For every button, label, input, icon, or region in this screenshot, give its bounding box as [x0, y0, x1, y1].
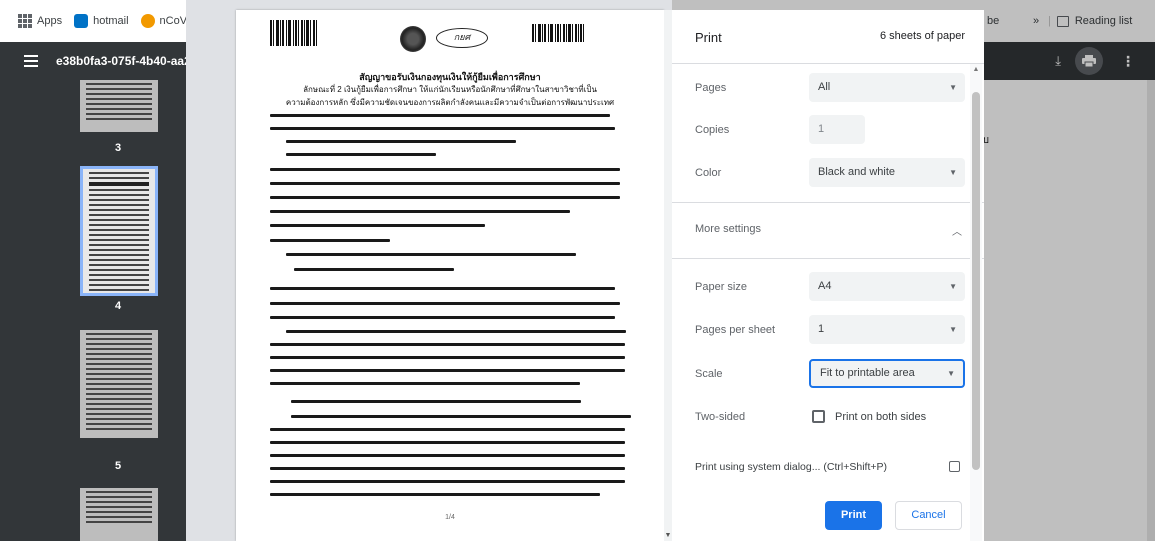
- chevron-down-icon: ▼: [949, 282, 957, 291]
- ncov-icon: [140, 14, 155, 28]
- color-select[interactable]: Black and white ▼: [809, 158, 965, 187]
- two-sided-label: Two-sided: [695, 411, 746, 423]
- document-title-3: ความต้องการหลัก ซึ่งมีความชัดเจนของการผล…: [285, 98, 615, 107]
- doc-body-line: [291, 415, 631, 418]
- thumbnail-sidebar: 3 4 5: [0, 80, 186, 541]
- color-select-value: Black and white: [818, 166, 896, 178]
- pages-per-sheet-select-value: 1: [818, 323, 825, 335]
- doc-body-line: [270, 480, 625, 483]
- panel-scrollbar-thumb[interactable]: [972, 92, 980, 470]
- doc-body-line: [270, 493, 600, 496]
- paper-size-select[interactable]: A4 ▼: [809, 272, 965, 301]
- print-title: Print: [695, 30, 722, 45]
- doc-body-line: [270, 224, 485, 227]
- preview-page: กยศ สัญญาขอรับเงินกองทุนเงินให้กู้ยืมเพื…: [236, 10, 664, 541]
- doc-body-line: [270, 196, 620, 199]
- chevron-up-icon: ︿: [952, 227, 962, 238]
- page-number-footer: 1/4: [445, 514, 455, 521]
- chevron-down-icon: ▼: [949, 83, 957, 92]
- doc-body-line: [270, 382, 580, 385]
- doc-body-line: [294, 268, 454, 271]
- paper-size-select-value: A4: [818, 280, 832, 292]
- doc-body-line: [291, 400, 581, 403]
- section-divider: [672, 202, 984, 203]
- doc-body-line: [286, 140, 516, 143]
- paper-size-label: Paper size: [695, 281, 747, 293]
- pages-label: Pages: [695, 82, 727, 94]
- open-external-icon[interactable]: [949, 461, 960, 472]
- fund-logo: กยศ: [436, 28, 488, 48]
- doc-body-line: [270, 114, 610, 117]
- doc-body-line: [270, 369, 625, 372]
- document-title-2: ลักษณะที่ 2 เงินกู้ยืมเพื่อการศึกษา ให้แ…: [303, 85, 597, 94]
- government-seal: [400, 26, 426, 52]
- system-dialog-link[interactable]: Print using system dialog... (Ctrl+Shift…: [695, 461, 887, 473]
- outlook-icon: [74, 14, 89, 28]
- doc-body-line: [270, 428, 625, 431]
- doc-body-line: [270, 441, 625, 444]
- thumbnail-page-6[interactable]: [80, 488, 158, 541]
- two-sided-option-label[interactable]: Print on both sides: [835, 411, 926, 423]
- two-sided-checkbox[interactable]: [812, 410, 825, 423]
- chevron-down-icon: ▼: [947, 369, 955, 378]
- document-title-1: สัญญาขอรับเงินกองทุนเงินให้กู้ยืมเพื่อกา…: [359, 72, 541, 82]
- doc-body-line: [270, 127, 615, 130]
- thumbnail-page-3[interactable]: [80, 80, 158, 132]
- print-button[interactable]: Print: [825, 501, 882, 530]
- doc-body-line: [270, 467, 625, 470]
- bookmark-ncov[interactable]: nCoV: [140, 14, 188, 28]
- copies-input[interactable]: 1: [809, 115, 865, 144]
- print-panel-header: Print 6 sheets of paper: [672, 10, 984, 64]
- doc-body-line: [270, 343, 625, 346]
- more-settings-toggle[interactable]: More settings ︿: [672, 204, 984, 256]
- scroll-up-arrow-icon[interactable]: ▲: [970, 66, 982, 73]
- doc-body-line: [270, 454, 625, 457]
- thumbnail-number: 4: [115, 300, 122, 312]
- doc-body-line: [270, 210, 570, 213]
- chevron-down-icon: ▼: [949, 325, 957, 334]
- doc-body-line: [270, 287, 615, 290]
- preview-scrollbar[interactable]: ▼: [664, 10, 672, 541]
- print-settings-panel: Print 6 sheets of paper Pages All ▼ Copi…: [672, 10, 984, 541]
- thumbnail-page-4[interactable]: [80, 166, 158, 296]
- pages-select[interactable]: All ▼: [809, 73, 965, 102]
- color-label: Color: [695, 167, 722, 179]
- bookmark-hotmail-label: hotmail: [93, 15, 129, 27]
- scroll-down-arrow-icon[interactable]: ▼: [664, 532, 672, 539]
- doc-body-line: [270, 239, 390, 242]
- bookmark-apps-label: Apps: [37, 15, 63, 27]
- sheet-count: 6 sheets of paper: [879, 30, 965, 42]
- bookmark-hotmail[interactable]: hotmail: [74, 14, 129, 28]
- doc-body-line: [270, 302, 620, 305]
- scale-select[interactable]: Fit to printable area ▼: [809, 359, 965, 388]
- thumbnail-page-5[interactable]: [80, 330, 158, 438]
- thumbnail-number: 5: [115, 460, 122, 472]
- pages-per-sheet-label: Pages per sheet: [695, 324, 776, 336]
- copies-label: Copies: [695, 124, 730, 136]
- doc-body-line: [286, 153, 436, 156]
- bookmark-ncov-label: nCoV: [159, 15, 188, 27]
- bookmark-apps[interactable]: Apps: [18, 14, 62, 28]
- scale-label: Scale: [695, 368, 723, 380]
- doc-body-line: [286, 330, 626, 333]
- thumbnail-number: 3: [115, 142, 122, 154]
- scale-select-value: Fit to printable area: [820, 367, 915, 379]
- barcode-right: [532, 24, 584, 42]
- document-header: กยศ: [270, 20, 630, 70]
- section-divider: [672, 258, 984, 259]
- pages-per-sheet-select[interactable]: 1 ▼: [809, 315, 965, 344]
- apps-grid-icon: [18, 14, 32, 28]
- doc-body-line: [270, 182, 620, 185]
- doc-body-line: [270, 316, 615, 319]
- pages-select-value: All: [818, 81, 831, 93]
- panel-scrollbar[interactable]: ▲: [970, 64, 982, 541]
- chevron-down-icon: ▼: [949, 168, 957, 177]
- cancel-button[interactable]: Cancel: [895, 501, 962, 530]
- barcode-left: [270, 20, 317, 46]
- doc-body-line: [286, 253, 576, 256]
- more-settings-label: More settings: [695, 223, 762, 235]
- doc-body-line: [270, 168, 620, 171]
- doc-body-line: [270, 356, 625, 359]
